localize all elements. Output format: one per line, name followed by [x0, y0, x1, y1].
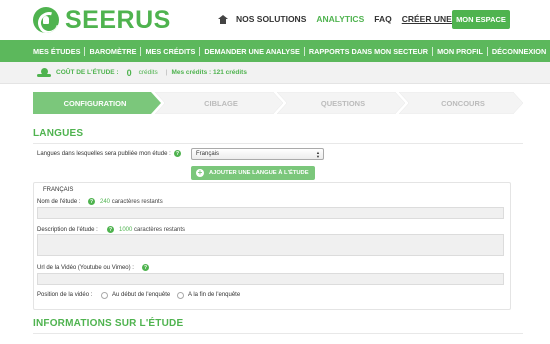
study-description-label: Description de l'étude :	[37, 227, 98, 233]
infos-divider	[33, 333, 523, 334]
study-description-textarea[interactable]	[37, 234, 504, 256]
menu-item-rapports[interactable]: RAPPORTS DANS MON SECTEUR	[305, 46, 434, 56]
radio-video-start[interactable]	[101, 292, 108, 299]
menu-item-deconnexion[interactable]: DÉCONNEXION	[488, 47, 550, 56]
credit-separator: |	[165, 69, 168, 76]
add-language-button[interactable]: + AJOUTER UNE LANGUE À L'ÉTUDE	[191, 166, 315, 180]
help-icon[interactable]: ?	[88, 198, 95, 205]
step-configuration[interactable]: CONFIGURATION	[33, 92, 157, 114]
video-position-label: Position de la vidéo :	[37, 292, 93, 298]
infos-title: INFORMATIONS SUR L'ÉTUDE	[33, 318, 184, 329]
select-arrows-icon: ▲ ▼	[316, 150, 320, 159]
langues-divider	[33, 143, 523, 144]
menu-item-barometre[interactable]: BAROMÈTRE	[85, 46, 142, 56]
step-label: CONFIGURATION	[63, 98, 127, 108]
step-label: CONCOURS	[441, 98, 485, 108]
help-icon[interactable]: ?	[174, 150, 181, 157]
coin-hand-icon	[37, 67, 51, 78]
plus-icon: +	[196, 168, 204, 177]
language-panel-title: FRANÇAIS	[43, 187, 74, 193]
study-name-label: Nom de l'étude :	[37, 199, 81, 205]
menu-item-mes-credits[interactable]: MES CRÉDITS	[141, 46, 201, 56]
menu-item-demander-analyse[interactable]: DEMANDER UNE ANALYSE	[200, 46, 305, 56]
step-concours[interactable]: CONCOURS	[405, 92, 521, 114]
site-header: SEERUS NOS SOLUTIONS ANALYTICS FAQ CRÉER…	[0, 0, 550, 40]
name-char-count: 240	[100, 199, 111, 205]
seerus-logo[interactable]: SEERUS	[33, 5, 171, 34]
cost-unit: crédits	[138, 69, 158, 76]
step-questions[interactable]: QUESTIONS	[283, 92, 403, 114]
home-icon[interactable]	[218, 14, 228, 24]
radio-video-start-label: Au début de l'enquête	[112, 292, 171, 298]
study-name-input[interactable]	[37, 207, 504, 219]
video-url-input[interactable]	[37, 273, 504, 285]
radio-video-end-label: A la fin de l'enquête	[188, 292, 241, 298]
mon-espace-button[interactable]: MON ESPACE	[452, 10, 510, 29]
radio-video-end[interactable]	[177, 292, 184, 299]
step-label: CIBLAGE	[204, 98, 238, 108]
nav-faq[interactable]: FAQ	[374, 14, 391, 24]
description-char-counter: 1000 caractères restants	[119, 227, 185, 233]
step-ciblage[interactable]: CIBLAGE	[161, 92, 281, 114]
logo-icon	[33, 7, 59, 33]
logo-text: SEERUS	[65, 5, 171, 34]
description-char-suffix: caractères restants	[134, 227, 186, 233]
main-menu: MES ÉTUDES BAROMÈTRE MES CRÉDITS DEMANDE…	[0, 40, 550, 62]
video-url-label: Url de la Vidéo (Youtube ou Vimeo) :	[37, 265, 134, 271]
help-icon[interactable]: ?	[107, 226, 114, 233]
description-char-count: 1000	[119, 227, 133, 233]
wizard-steps: CONFIGURATION CIBLAGE QUESTIONS CONCOURS	[33, 92, 523, 114]
add-language-label: AJOUTER UNE LANGUE À L'ÉTUDE	[209, 170, 309, 176]
menu-item-mon-profil[interactable]: MON PROFIL	[433, 46, 488, 56]
menu-item-mes-etudes[interactable]: MES ÉTUDES	[33, 46, 86, 56]
name-char-suffix: caractères restants	[111, 199, 163, 205]
cost-value: 0	[126, 67, 132, 78]
languages-label: Langues dans lesquelles sera publiée mon…	[37, 151, 171, 157]
nav-nos-solutions[interactable]: NOS SOLUTIONS	[236, 14, 306, 24]
step-label: QUESTIONS	[320, 98, 366, 108]
available-credits: Mes crédits : 121 crédits	[171, 69, 247, 76]
credit-bar: COÛT DE L'ÉTUDE : 0 crédits | Mes crédit…	[0, 62, 550, 84]
help-icon[interactable]: ?	[142, 264, 149, 271]
langues-title: LANGUES	[33, 128, 84, 139]
cost-label: COÛT DE L'ÉTUDE :	[56, 69, 119, 76]
language-select-value: Français	[196, 151, 220, 157]
name-char-counter: 240 caractères restants	[100, 199, 163, 205]
language-select[interactable]: Français ▲ ▼	[191, 148, 324, 160]
nav-analytics[interactable]: ANALYTICS	[316, 14, 364, 24]
